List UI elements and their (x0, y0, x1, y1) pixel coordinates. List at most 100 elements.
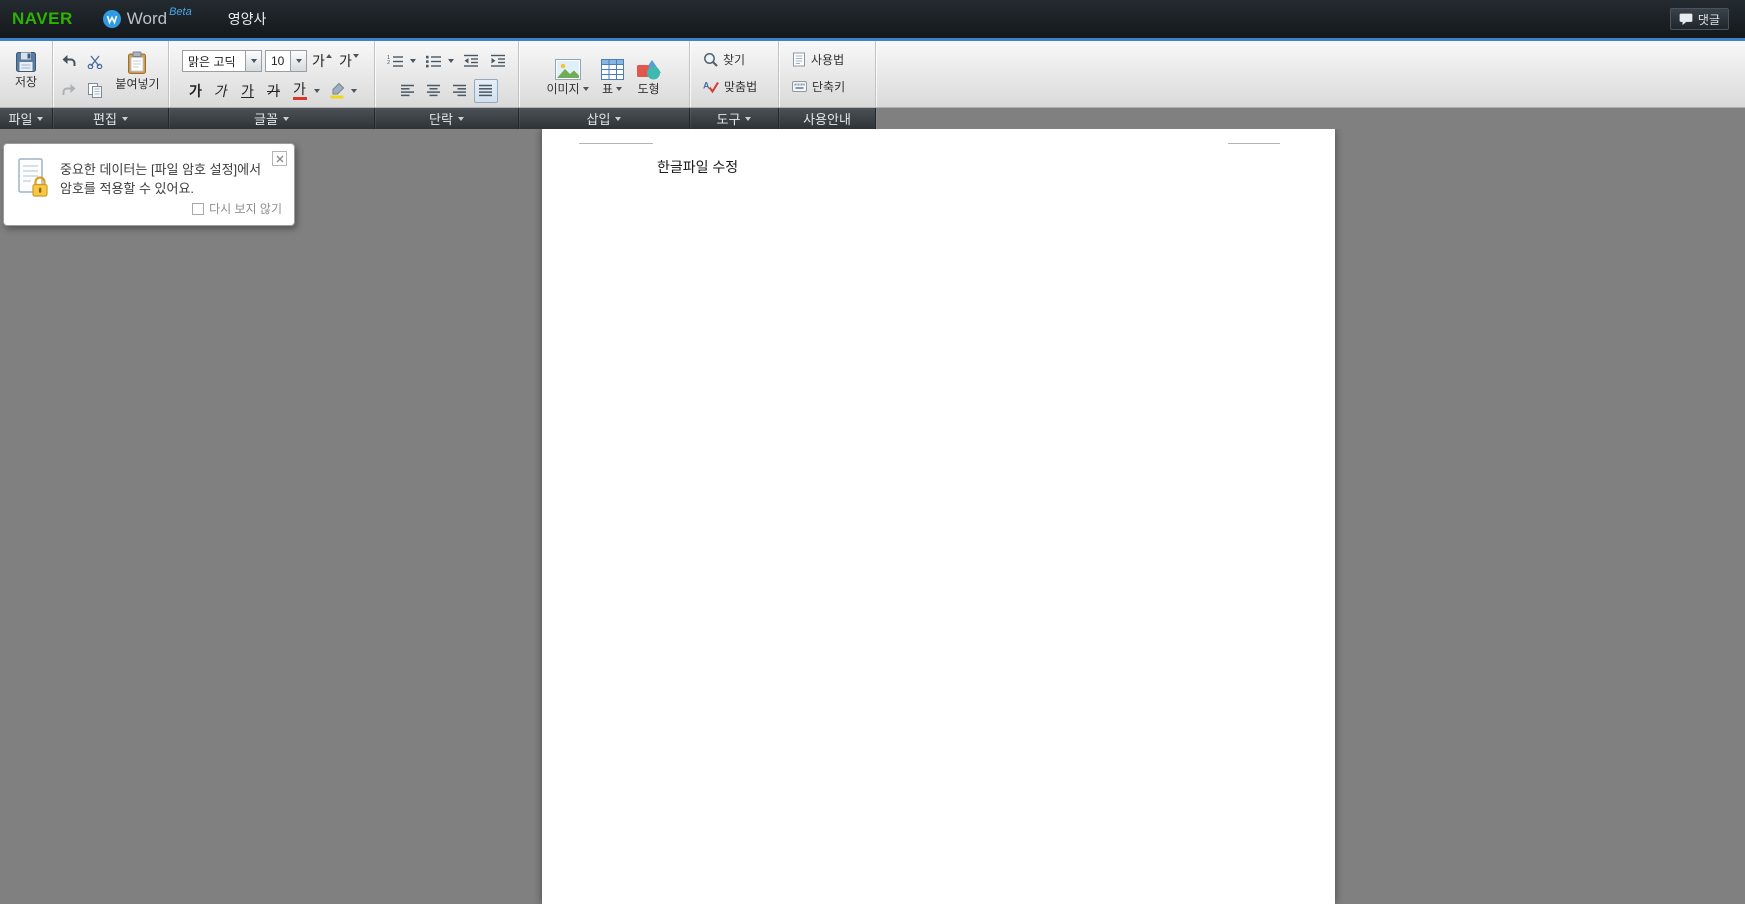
toolbar-group-guide: 사용법 단축키 (779, 41, 876, 107)
comment-icon (1679, 13, 1693, 26)
bold-button[interactable]: 가 (184, 79, 208, 103)
font-size-select[interactable]: 10 (265, 50, 307, 72)
dismiss-label[interactable]: 다시 보지 않기 (209, 200, 282, 217)
italic-button[interactable]: 가 (210, 79, 234, 103)
usage-guide-button[interactable]: 사용법 (787, 46, 873, 73)
menu-font[interactable]: 글꼴 (169, 108, 375, 129)
insert-table-caret[interactable] (616, 87, 622, 91)
word-logo-icon (103, 10, 121, 28)
align-left-button[interactable] (396, 79, 420, 103)
numbered-list-split: 1 2 (383, 49, 418, 73)
numbered-list-button[interactable]: 1 2 (383, 49, 407, 73)
menu-insert-label: 삽입 (587, 109, 611, 128)
copy-button[interactable] (83, 78, 107, 102)
undo-button[interactable] (57, 49, 81, 73)
comments-button[interactable]: 댓글 (1670, 8, 1729, 30)
bullet-list-split (421, 49, 456, 73)
strikethrough-glyph: 가 (267, 84, 280, 98)
menu-insert[interactable]: 삽입 (519, 108, 690, 129)
balloon-message-line2: 암호를 적용할 수 있어요. (60, 179, 261, 198)
copy-icon (87, 82, 103, 98)
underline-button[interactable]: 가 (236, 79, 260, 103)
font-family-value: 맑은 고딕 (183, 51, 245, 71)
menu-paragraph-label: 단락 (429, 109, 453, 128)
toolbar-group-file: 저장 (0, 41, 53, 107)
chevron-down-icon (745, 117, 751, 121)
decrease-font-glyph: 가 (339, 54, 352, 68)
save-button[interactable]: 저장 (11, 46, 41, 91)
undo-icon (61, 54, 77, 68)
menu-tools[interactable]: 도구 (690, 108, 779, 129)
shortcuts-label: 단축키 (812, 81, 845, 93)
save-icon (15, 51, 37, 73)
dismiss-checkbox[interactable] (192, 203, 204, 215)
font-size-value: 10 (266, 51, 290, 71)
find-label: 찾기 (723, 54, 745, 66)
word-logo-text: Word (127, 9, 167, 29)
font-color-caret[interactable] (312, 79, 323, 103)
font-family-caret[interactable] (245, 51, 261, 71)
align-right-icon (452, 84, 467, 97)
menu-edit[interactable]: 편집 (53, 108, 169, 129)
toolbar-empty-space (876, 41, 1745, 107)
indent-button[interactable] (486, 49, 510, 73)
decrease-font-button[interactable]: 가 (337, 49, 361, 73)
shortcuts-button[interactable]: 단축키 (787, 73, 873, 100)
shapes-icon (636, 59, 662, 80)
italic-glyph: 가 (214, 84, 230, 98)
font-size-caret[interactable] (290, 51, 306, 71)
align-justify-icon (478, 84, 493, 97)
align-right-button[interactable] (448, 79, 472, 103)
balloon-close-button[interactable] (272, 151, 287, 166)
align-center-button[interactable] (422, 79, 446, 103)
svg-text:2: 2 (387, 60, 390, 66)
insert-table-label: 표 (602, 83, 613, 95)
paste-button[interactable]: 붙여넣기 (111, 46, 163, 93)
indent-icon (490, 54, 506, 68)
menubar: 파일 편집 글꼴 단락 삽입 도구 사용안내 (0, 108, 1745, 129)
strikethrough-button[interactable]: 가 (262, 79, 286, 103)
insert-shape-button[interactable]: 도형 (632, 54, 666, 98)
font-color-glyph: 가 (293, 82, 306, 96)
highlight-split (325, 79, 360, 103)
table-icon (601, 59, 624, 80)
bullet-list-button[interactable] (421, 49, 445, 73)
document-page[interactable]: 한글파일 수정 (542, 129, 1335, 904)
align-justify-button[interactable] (474, 79, 498, 103)
insert-image-caret[interactable] (583, 87, 589, 91)
menu-edit-label: 편집 (93, 109, 117, 128)
bullet-list-caret[interactable] (445, 49, 456, 73)
svg-text:A: A (703, 81, 710, 91)
cut-button[interactable] (83, 49, 107, 73)
password-tip-balloon: 중요한 데이터는 [파일 암호 설정]에서 암호를 적용할 수 있어요. 다시 … (3, 143, 295, 226)
font-family-select[interactable]: 맑은 고딕 (182, 50, 262, 72)
menu-paragraph[interactable]: 단락 (375, 108, 519, 129)
naver-logo: NAVER (12, 9, 73, 29)
find-button[interactable]: 찾기 (698, 46, 776, 73)
numbered-list-caret[interactable] (407, 49, 418, 73)
highlight-button[interactable] (325, 79, 349, 103)
document-text[interactable]: 한글파일 수정 (657, 157, 738, 177)
word-logo: Word Beta (103, 9, 192, 29)
spellcheck-icon: A (703, 79, 719, 94)
toolbar-group-paragraph: 1 2 (375, 41, 519, 107)
font-color-button[interactable]: 가 (288, 79, 312, 103)
toolbar: 저장 (0, 41, 1745, 108)
menu-file[interactable]: 파일 (0, 108, 53, 129)
bold-glyph: 가 (189, 84, 202, 98)
redo-button[interactable] (57, 78, 81, 102)
toolbar-group-tools: 찾기 A 맞춤법 (690, 41, 779, 107)
outdent-button[interactable] (459, 49, 483, 73)
insert-image-button[interactable]: 이미지 (542, 54, 592, 98)
increase-font-glyph: 가 (312, 54, 325, 68)
increase-font-button[interactable]: 가 (310, 49, 334, 73)
app: NAVER Word Beta 영양사 댓글 (0, 0, 1745, 904)
menubar-inner: 파일 편집 글꼴 단락 삽입 도구 사용안내 (0, 108, 876, 129)
font-color-bar-icon (293, 97, 307, 100)
menu-guide[interactable]: 사용안내 (779, 108, 876, 129)
search-icon (703, 52, 718, 67)
save-label: 저장 (15, 76, 37, 88)
spellcheck-button[interactable]: A 맞춤법 (698, 73, 776, 100)
highlight-caret[interactable] (349, 79, 360, 103)
insert-table-button[interactable]: 표 (597, 54, 628, 98)
